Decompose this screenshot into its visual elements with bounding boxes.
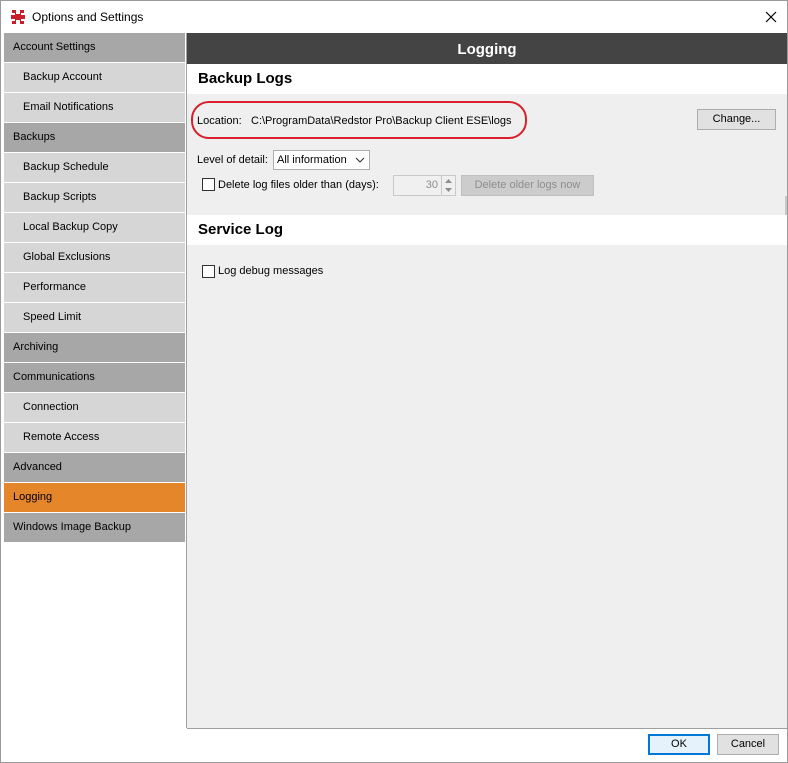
close-button[interactable] [755,1,787,33]
stepper-up-button[interactable] [442,176,455,185]
log-debug-checkbox[interactable] [202,265,215,278]
sidebar-item-archiving[interactable]: Archiving [4,333,185,362]
window-title: Options and Settings [32,10,144,24]
days-value: 30 [425,179,438,191]
sidebar-item-remote-access[interactable]: Remote Access [4,423,185,452]
backup-logs-title: Backup Logs [198,70,293,87]
change-location-button[interactable]: Change... [697,109,776,130]
location-value: C:\ProgramData\Redstor Pro\Backup Client… [251,115,512,127]
sidebar-item-backups[interactable]: Backups [4,123,185,152]
level-of-detail-value: All information [277,154,347,166]
delete-older-logs-now-button[interactable]: Delete older logs now [461,175,594,196]
level-of-detail-select[interactable]: All information [273,150,370,170]
ok-button[interactable]: OK [648,734,710,755]
content-panel: Logging Backup Logs Location: C:\Program… [187,33,787,728]
location-label: Location: [197,115,242,127]
service-log-title: Service Log [198,221,284,238]
log-debug-label[interactable]: Log debug messages [218,265,323,277]
redstor-logo-icon [11,10,25,24]
chevron-down-icon [355,157,365,163]
sidebar-item-local-backup-copy[interactable]: Local Backup Copy [4,213,185,242]
sidebar-item-logging[interactable]: Logging [4,483,185,512]
sidebar-item-email-notifications[interactable]: Email Notifications [4,93,185,122]
stepper-down-button[interactable] [442,185,455,194]
sidebar-item-global-exclusions[interactable]: Global Exclusions [4,243,185,272]
sidebar-item-account-settings[interactable]: Account Settings [4,33,185,62]
cancel-button[interactable]: Cancel [717,734,779,755]
sidebar-item-speed-limit[interactable]: Speed Limit [4,303,185,332]
caret-up-icon [445,178,452,183]
days-stepper[interactable]: 30 [393,175,456,196]
delete-old-logs-label[interactable]: Delete log files older than (days): [218,179,379,191]
backup-logs-section-header: Backup Logs [187,64,787,94]
sidebar-item-backup-schedule[interactable]: Backup Schedule [4,153,185,182]
sidebar-nav: Account Settings Backup Account Email No… [4,33,185,728]
options-settings-window: Options and Settings Account Settings Ba… [0,0,788,763]
page-title: Logging [187,33,787,64]
dialog-footer: OK Cancel [187,729,787,762]
caret-down-icon [445,187,452,192]
close-icon [765,11,777,23]
delete-old-logs-checkbox[interactable] [202,178,215,191]
title-bar: Options and Settings [1,1,787,33]
sidebar-item-advanced[interactable]: Advanced [4,453,185,482]
days-stepper-buttons [441,176,455,195]
sidebar-item-backup-account[interactable]: Backup Account [4,63,185,92]
sidebar-item-performance[interactable]: Performance [4,273,185,302]
service-log-section-header: Service Log [187,215,787,245]
sidebar-item-connection[interactable]: Connection [4,393,185,422]
level-of-detail-label: Level of detail: [197,154,268,166]
sidebar-item-backup-scripts[interactable]: Backup Scripts [4,183,185,212]
sidebar-item-communications[interactable]: Communications [4,363,185,392]
sidebar-item-windows-image-backup[interactable]: Windows Image Backup [4,513,185,542]
